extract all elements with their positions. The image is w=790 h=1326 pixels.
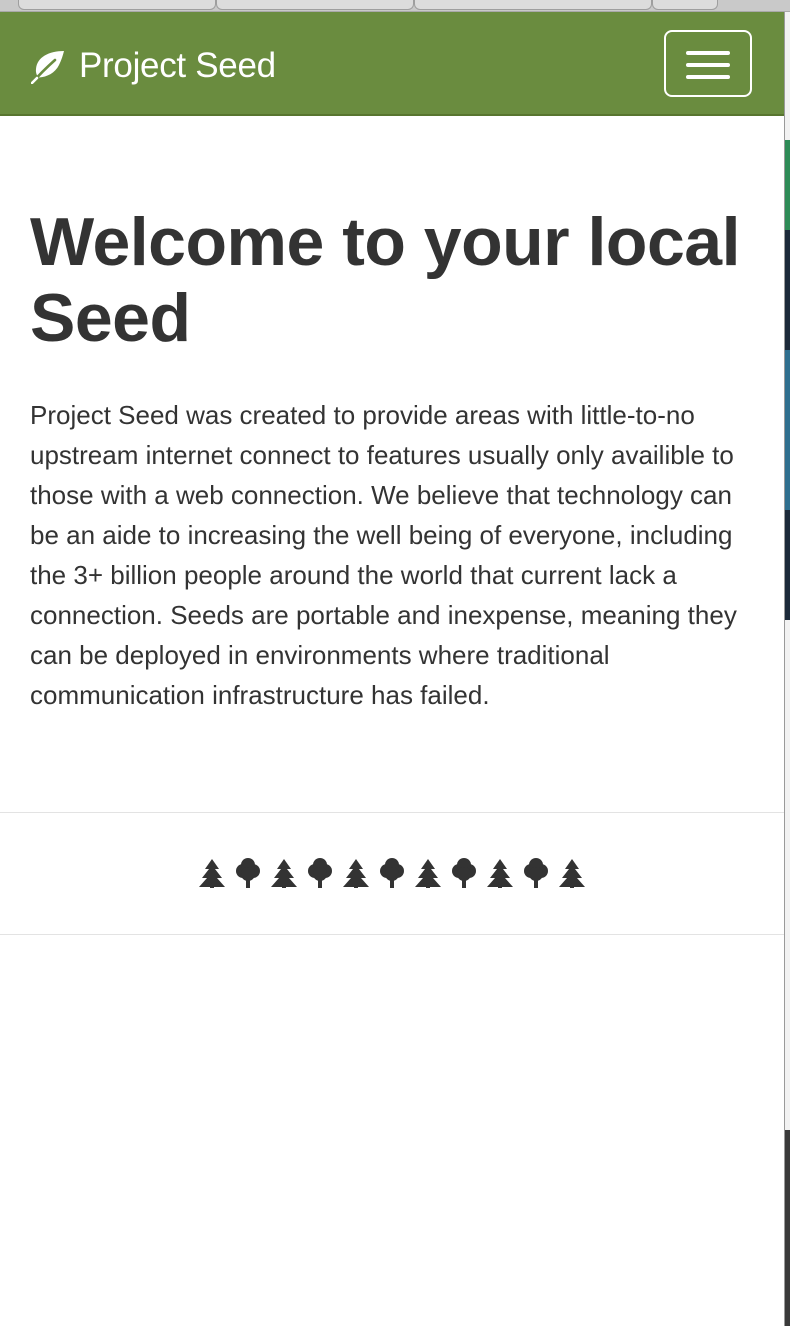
section-divider-bottom — [0, 934, 784, 935]
page-viewport: Project Seed Welcome to your local Seed … — [0, 12, 784, 1326]
pine-tree-icon — [343, 859, 369, 888]
pine-tree-icon — [415, 859, 441, 888]
deciduous-tree-icon — [236, 858, 260, 888]
menu-toggle-button[interactable] — [664, 30, 752, 97]
page-headline: Welcome to your local Seed — [30, 204, 740, 356]
tree-icon-row — [0, 857, 784, 889]
brand-link[interactable]: Project Seed — [31, 46, 276, 86]
browser-tab[interactable] — [414, 0, 652, 10]
deciduous-tree-icon — [524, 858, 548, 888]
pine-tree-icon — [199, 859, 225, 888]
leaf-icon — [31, 51, 64, 84]
background-window-edge — [784, 12, 790, 1326]
brand-label: Project Seed — [79, 46, 276, 85]
pine-tree-icon — [559, 859, 585, 888]
pine-tree-icon — [487, 859, 513, 888]
browser-tab-strip — [0, 0, 790, 12]
deciduous-tree-icon — [308, 858, 332, 888]
browser-tab[interactable] — [216, 0, 414, 10]
browser-tab[interactable] — [652, 0, 718, 10]
intro-paragraph: Project Seed was created to provide area… — [30, 400, 737, 710]
section-divider-top — [0, 812, 784, 813]
pine-tree-icon — [271, 859, 297, 888]
navbar: Project Seed — [0, 12, 784, 116]
browser-tab[interactable] — [18, 0, 216, 10]
deciduous-tree-icon — [380, 858, 404, 888]
deciduous-tree-icon — [452, 858, 476, 888]
